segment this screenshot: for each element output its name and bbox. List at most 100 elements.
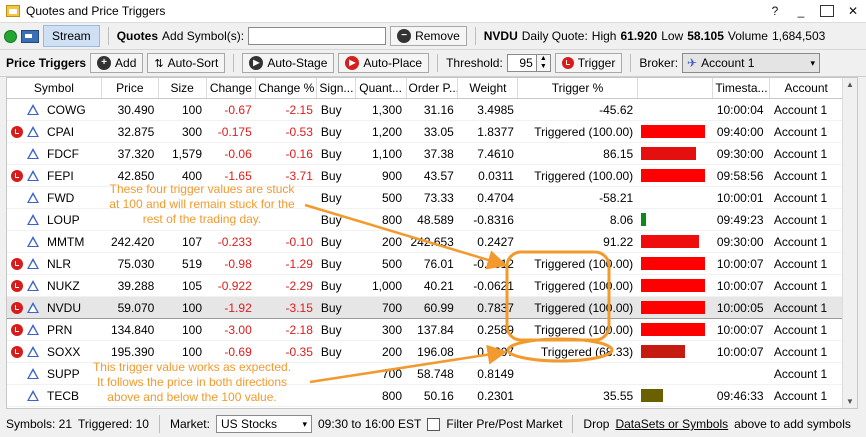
broker-account-icon: ✈ bbox=[687, 56, 698, 70]
table-row[interactable]: FWD Buy 500 73.33 0.4704 -58.21 10:00:01 Accoun… bbox=[7, 186, 843, 209]
auto-sort-button[interactable]: ⇅ Auto-Sort bbox=[147, 53, 226, 73]
threshold-value[interactable]: 95 bbox=[506, 54, 537, 72]
triangle-icon bbox=[27, 192, 39, 203]
trigger-bar bbox=[641, 345, 686, 358]
account-cell: Account 1 bbox=[769, 318, 843, 341]
add-button-label: Add bbox=[115, 56, 137, 70]
column-header[interactable]: Weight bbox=[457, 78, 519, 99]
data-source-icon[interactable] bbox=[21, 29, 39, 43]
table-row[interactable]: SUPP 700 58.748 0.8149 Account 1 bbox=[7, 362, 843, 385]
column-header[interactable]: Sign... bbox=[316, 78, 356, 99]
threshold-stepper[interactable]: 95 ▲ ▼ bbox=[506, 54, 551, 72]
market-select[interactable]: US Stocks ▾ bbox=[215, 415, 312, 433]
account-cell: Account 1 bbox=[769, 186, 843, 209]
timestamp-cell: 10:00:01 bbox=[712, 186, 770, 209]
low-label: Low bbox=[661, 29, 684, 43]
change-cell: -0.69 bbox=[206, 340, 256, 363]
signal-cell: Buy bbox=[316, 318, 356, 341]
signal-cell: Buy bbox=[316, 274, 356, 297]
symbol-text: FDCF bbox=[47, 146, 79, 161]
trigger-cell: Triggered (68.33) bbox=[517, 340, 638, 363]
alarm-clock-icon bbox=[11, 345, 23, 358]
table-row[interactable]: FEPI 42.850 400 -1.65 -3.71 Buy 900 43.57 0.0311… bbox=[7, 164, 843, 187]
column-header[interactable] bbox=[637, 78, 714, 99]
minimize-button[interactable]: _ bbox=[788, 1, 814, 21]
column-header[interactable]: Price bbox=[101, 78, 159, 99]
record-circle-icon: ▶ bbox=[345, 56, 360, 70]
quantity-cell: 300 bbox=[355, 318, 407, 341]
symbol-cell: NLR bbox=[7, 252, 102, 275]
trigger-bar-cell bbox=[637, 230, 713, 253]
table-row[interactable]: SOXX 195.390 100 -0.69 -0.35 Buy 200 196.08 0.98… bbox=[7, 340, 843, 363]
add-button[interactable]: + Add bbox=[90, 53, 144, 73]
column-header[interactable]: Size bbox=[158, 78, 207, 99]
timestamp-cell: 10:00:05 bbox=[712, 296, 770, 319]
scroll-down-icon[interactable]: ▼ bbox=[846, 397, 854, 406]
quantity-cell: 1,200 bbox=[355, 120, 407, 143]
trigger-bar bbox=[641, 257, 706, 270]
table-row[interactable]: TECB 800 50.16 0.2301 35.55 09:46:33 Account 1 bbox=[7, 384, 843, 407]
add-symbol-input[interactable] bbox=[248, 27, 387, 45]
column-header[interactable]: Account bbox=[769, 78, 843, 99]
auto-place-button[interactable]: ▶ Auto-Place bbox=[338, 53, 430, 73]
table-row[interactable]: CPAI 32.875 300 -0.175 -0.53 Buy 1,200 33.05 1.8… bbox=[7, 120, 843, 143]
alarm-clock-icon bbox=[11, 301, 23, 314]
table-row[interactable]: NVDU 59.070 100 -1.92 -3.15 Buy 700 60.99 0.7837… bbox=[7, 296, 843, 319]
table-row[interactable]: MMTM 242.420 107 -0.233 -0.10 Buy 200 242.653 0.… bbox=[7, 230, 843, 253]
change-cell bbox=[206, 186, 256, 209]
table-row[interactable]: PRN 134.840 100 -3.00 -2.18 Buy 300 137.84 0.258… bbox=[7, 318, 843, 341]
order-price-cell: 196.08 bbox=[406, 340, 458, 363]
change-cell: -1.92 bbox=[206, 296, 256, 319]
scroll-up-icon[interactable]: ▲ bbox=[846, 80, 854, 89]
table-row[interactable]: NLR 75.030 519 -0.98 -1.29 Buy 500 76.01 -0.6312… bbox=[7, 252, 843, 275]
filter-checkbox[interactable] bbox=[427, 417, 441, 431]
triangle-icon bbox=[27, 104, 39, 115]
high-value: 61.920 bbox=[620, 29, 658, 43]
column-header[interactable]: Quant... bbox=[355, 78, 407, 99]
trigger-cell: 35.55 bbox=[517, 384, 638, 407]
symbol-cell: NUKZ bbox=[7, 274, 102, 297]
help-button[interactable]: ? bbox=[762, 1, 788, 21]
trigger-cell: Triggered (100.00) bbox=[517, 296, 638, 319]
maximize-button[interactable] bbox=[814, 1, 840, 21]
divider bbox=[107, 27, 109, 45]
stream-button[interactable]: Stream bbox=[43, 25, 100, 47]
quantity-cell: 500 bbox=[355, 186, 407, 209]
table-row[interactable]: COWG 30.490 100 -0.67 -2.15 Buy 1,300 31.16 3.49… bbox=[7, 98, 843, 121]
order-price-cell: 43.57 bbox=[406, 164, 458, 187]
column-header[interactable]: Symbol bbox=[7, 78, 102, 99]
triangle-icon bbox=[27, 280, 39, 291]
price-triggers-title: Price Triggers bbox=[6, 56, 87, 70]
column-header[interactable]: Order P... bbox=[406, 78, 459, 99]
table-row[interactable]: FDCF 37.320 1,579 -0.06 -0.16 Buy 1,100 37.38 7.… bbox=[7, 142, 843, 165]
column-header[interactable]: Change bbox=[206, 78, 257, 99]
trigger-button[interactable]: Trigger bbox=[554, 53, 623, 73]
order-price-cell: 58.748 bbox=[406, 362, 458, 385]
trigger-bar bbox=[641, 235, 700, 248]
table-row[interactable]: LOUP Buy 800 48.589 -0.8316 8.06 09:49:23 Accou… bbox=[7, 208, 843, 231]
column-header[interactable]: Trigger % bbox=[517, 78, 638, 99]
trigger-bar bbox=[641, 279, 706, 292]
auto-stage-button[interactable]: ▶ Auto-Stage bbox=[242, 53, 335, 73]
column-header[interactable]: Timesta... bbox=[712, 78, 771, 99]
column-header[interactable]: Change % bbox=[255, 78, 318, 99]
vertical-scrollbar[interactable]: ▲ ▼ bbox=[842, 78, 857, 408]
broker-select[interactable]: ✈ Account 1 ▾ bbox=[682, 53, 821, 73]
stepper-arrows-icon[interactable]: ▲ ▼ bbox=[536, 54, 551, 72]
app-icon bbox=[6, 5, 20, 17]
trigger-cell: Triggered (100.00) bbox=[517, 164, 638, 187]
signal-cell bbox=[316, 362, 356, 385]
price-cell: 30.490 bbox=[101, 98, 159, 121]
timestamp-cell: 10:00:07 bbox=[712, 340, 770, 363]
quantity-cell: 700 bbox=[355, 296, 407, 319]
change-pct-cell: -3.15 bbox=[255, 296, 317, 319]
table-row[interactable]: NUKZ 39.288 105 -0.922 -2.29 Buy 1,000 40.21 -0.… bbox=[7, 274, 843, 297]
symbol-text: FEPI bbox=[47, 168, 74, 183]
close-button[interactable]: ✕ bbox=[840, 1, 866, 21]
remove-button[interactable]: − Remove bbox=[390, 26, 467, 46]
symbol-text: NUKZ bbox=[47, 278, 80, 293]
triggers-grid[interactable]: Symbol Price Size Change Change % Sign... Quan… bbox=[6, 77, 858, 409]
alarm-placeholder bbox=[11, 390, 23, 402]
change-pct-cell: -0.35 bbox=[255, 340, 317, 363]
datasets-link[interactable]: DataSets or Symbols bbox=[615, 417, 728, 431]
